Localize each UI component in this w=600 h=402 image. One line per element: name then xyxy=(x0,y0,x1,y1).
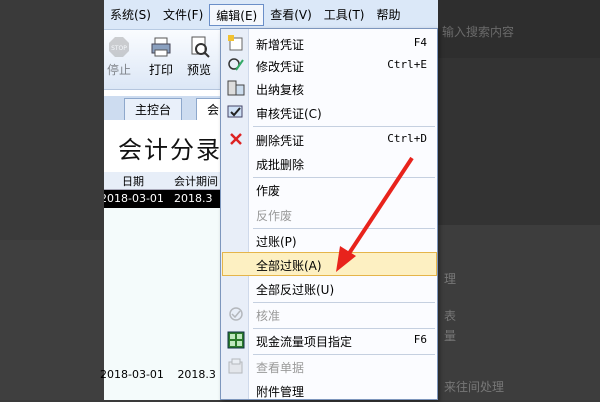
grid-header: 日期 会计期间 xyxy=(104,172,220,190)
menu-item-unvoid: 反作废 xyxy=(222,202,437,226)
menu-item-post[interactable]: 过账(P) xyxy=(222,228,437,252)
tab-active-label: 会 xyxy=(207,103,220,117)
new-voucher-icon xyxy=(227,34,245,52)
dimmed-fragment: 表 xyxy=(444,309,457,323)
menu-item-post-all[interactable]: 全部过账(A) xyxy=(222,252,437,276)
column-header-period: 会计期间 xyxy=(174,175,218,188)
menu-item-unpost-all[interactable]: 全部反过账(U) xyxy=(222,276,437,300)
menu-item-label: 现金流量项目指定 xyxy=(256,335,353,349)
menu-item-label: 过账(P) xyxy=(256,235,297,249)
dimmed-panel xyxy=(438,225,600,400)
menu-item-label: 查看单据 xyxy=(256,361,305,375)
menu-item-edit-voucher[interactable]: 修改凭证 Ctrl+E xyxy=(222,53,437,77)
menu-item-shortcut: F6 xyxy=(413,333,427,346)
dimmed-fragment: 来往间处理 xyxy=(444,380,505,394)
menu-item-label: 全部反过账(U) xyxy=(256,283,335,297)
view-document-icon xyxy=(227,357,245,375)
toolbar: STOP 停止 打印 预览 xyxy=(104,30,220,90)
approve-icon xyxy=(227,305,245,323)
menu-item-label: 新增凭证 xyxy=(256,38,305,52)
menu-tools[interactable]: 工具(T) xyxy=(318,4,371,26)
menu-item-label: 全部过账(A) xyxy=(256,259,322,273)
menu-item-audit-voucher[interactable]: 审核凭证(C) xyxy=(222,100,437,124)
menu-item-label: 成批删除 xyxy=(256,158,305,172)
tab-console[interactable]: 主控台 xyxy=(124,98,183,120)
column-header-date: 日期 xyxy=(122,175,144,188)
menu-item-label: 反作废 xyxy=(256,209,293,223)
stop-icon: STOP xyxy=(108,36,130,58)
search-placeholder: 输入搜索内容 xyxy=(442,25,515,39)
row-date: 2018-03-01 xyxy=(104,192,164,205)
menu-item-batch-delete[interactable]: 成批删除 xyxy=(222,151,437,175)
printer-icon xyxy=(150,36,172,58)
menu-item-cashier-review[interactable]: 出纳复核 xyxy=(222,76,437,100)
tab-active[interactable]: 会 xyxy=(196,98,220,120)
menu-item-approve: 核准 xyxy=(222,302,437,326)
menu-item-attachments[interactable]: 附件管理 xyxy=(222,378,437,402)
tab-console-label: 主控台 xyxy=(135,103,172,117)
preview-button[interactable]: 预览 xyxy=(182,36,216,78)
table-row[interactable]: 2018-03-01 2018.3 xyxy=(104,190,220,208)
dimmed-left-area xyxy=(0,0,104,400)
menu-item-shortcut: F4 xyxy=(413,36,427,49)
preview-label: 预览 xyxy=(186,63,211,77)
page-title: 会计分录 xyxy=(118,136,220,164)
menu-help[interactable]: 帮助 xyxy=(371,4,407,26)
menu-item-new-voucher[interactable]: 新增凭证 F4 xyxy=(222,31,437,55)
stop-label: 停止 xyxy=(106,63,131,77)
cashier-review-icon xyxy=(227,79,245,97)
menu-bar: 系统(S) 文件(F) 编辑(E) 查看(V) 工具(T) 帮助 xyxy=(104,0,438,30)
print-label: 打印 xyxy=(148,63,173,77)
menu-item-label: 删除凭证 xyxy=(256,134,305,148)
menu-item-label: 核准 xyxy=(256,309,281,323)
menu-item-view-document: 查看单据 xyxy=(222,354,437,378)
menu-item-label: 附件管理 xyxy=(256,385,305,399)
menu-item-label: 作废 xyxy=(256,184,281,198)
svg-text:STOP: STOP xyxy=(111,45,127,52)
audit-voucher-icon xyxy=(227,103,245,121)
menu-item-label: 审核凭证(C) xyxy=(256,107,322,121)
menu-item-label: 出纳复核 xyxy=(256,83,305,97)
delete-icon xyxy=(227,130,245,148)
preview-icon xyxy=(188,36,210,58)
row-period: 2018.3 xyxy=(177,368,216,381)
menu-file[interactable]: 文件(F) xyxy=(157,4,209,26)
menu-item-void[interactable]: 作废 xyxy=(222,177,437,201)
menu-item-label: 修改凭证 xyxy=(256,60,305,74)
menu-item-cashflow-assign[interactable]: 现金流量项目指定 F6 xyxy=(222,328,437,352)
menu-item-shortcut: Ctrl+D xyxy=(387,132,427,145)
edit-menu-dropdown: 新增凭证 F4 修改凭证 Ctrl+E 出纳复核 审核凭证(C) 删除凭证 Ct… xyxy=(220,28,438,400)
edit-voucher-icon xyxy=(227,56,245,74)
menu-view[interactable]: 查看(V) xyxy=(264,4,318,26)
dimmed-fragment: 理 xyxy=(444,272,457,286)
row-date: 2018-03-01 xyxy=(100,368,164,381)
dimmed-left-lower xyxy=(0,240,104,400)
dimmed-fragment: 量 xyxy=(444,329,457,343)
table-row[interactable]: 2018-03-01 2018.3 xyxy=(100,368,216,381)
print-button[interactable]: 打印 xyxy=(144,36,178,78)
app-window: STOP 停止 打印 预览 主控台 会 会计分录 日期 会计期间 2018-03… xyxy=(104,0,220,400)
dimmed-right-area: 输入搜索内容 理 表 量 来往间处理 xyxy=(438,0,600,400)
menu-system[interactable]: 系统(S) xyxy=(104,4,157,26)
stop-button[interactable]: STOP 停止 xyxy=(104,36,136,78)
tab-bar: 主控台 会 xyxy=(104,96,220,120)
menu-item-delete-voucher[interactable]: 删除凭证 Ctrl+D xyxy=(222,127,437,151)
menu-edit[interactable]: 编辑(E) xyxy=(209,3,265,26)
row-period: 2018.3 xyxy=(174,192,213,205)
menu-item-shortcut: Ctrl+E xyxy=(387,58,427,71)
cashflow-icon xyxy=(227,331,245,349)
voucher-title-area: 会计分录 xyxy=(104,122,220,172)
